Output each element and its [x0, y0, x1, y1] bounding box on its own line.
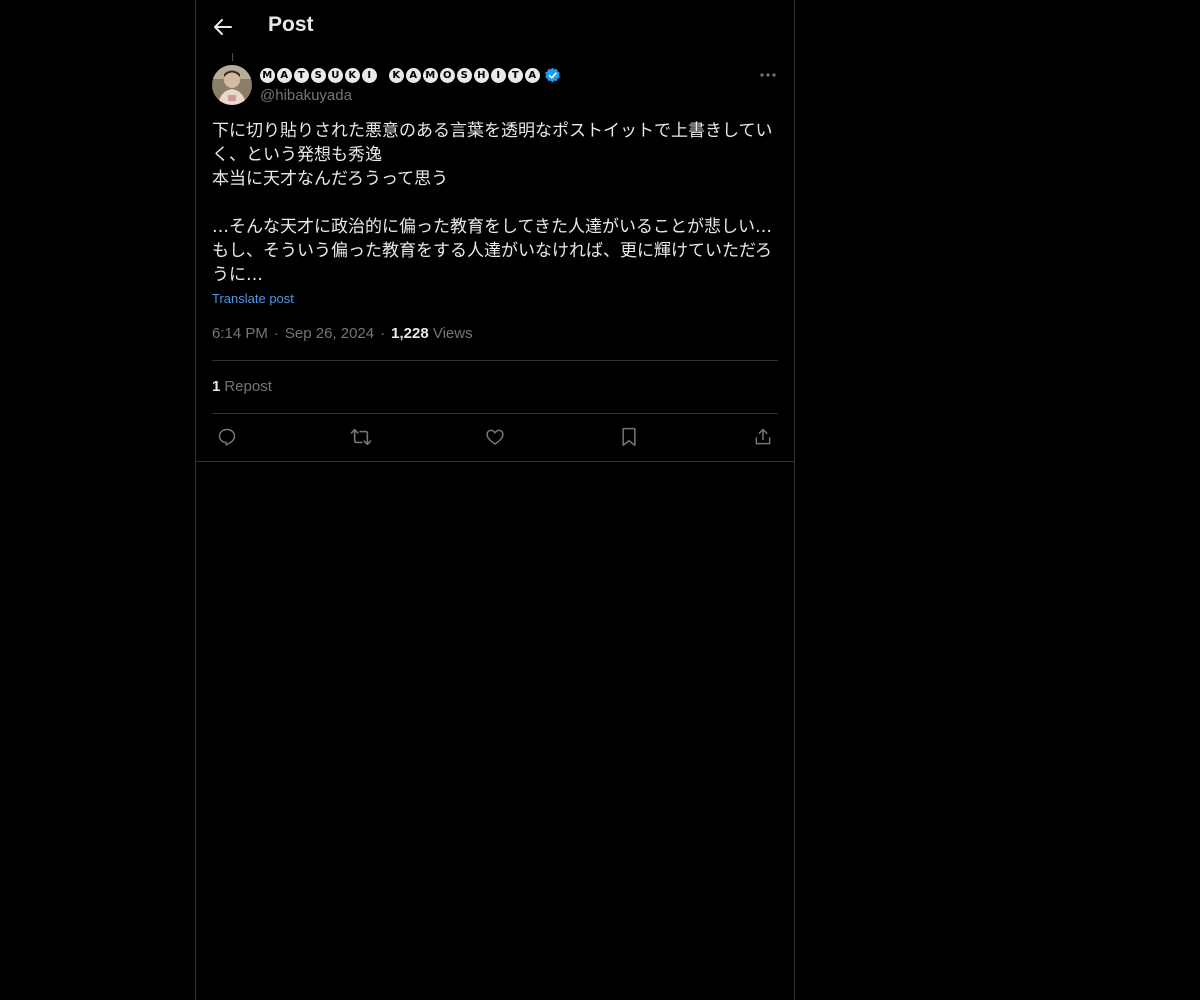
- name-letter: U: [328, 67, 343, 83]
- repost-count: 1: [212, 378, 221, 395]
- views-stat[interactable]: 1,228 Views: [391, 325, 472, 342]
- page-header: Post: [196, 0, 794, 53]
- share-icon: [755, 428, 771, 445]
- name-letter: I: [362, 67, 377, 83]
- name-letter: M: [423, 67, 438, 83]
- like-button[interactable]: [480, 424, 510, 450]
- avatar[interactable]: [212, 65, 252, 105]
- post-bottom-border: [196, 461, 794, 462]
- name-letter: I: [491, 67, 506, 83]
- bookmark-icon: [622, 427, 636, 447]
- name-letter: T: [294, 67, 309, 83]
- name-letter: S: [311, 67, 326, 83]
- repost-icon: [350, 428, 372, 446]
- meta-separator: ·: [273, 325, 279, 342]
- repost-label: Repost: [224, 378, 272, 395]
- name-letter: A: [525, 67, 540, 83]
- reply-button[interactable]: [212, 424, 242, 450]
- name-letter: M: [260, 67, 275, 83]
- arrow-left-icon: [214, 19, 232, 35]
- name-letter: K: [389, 67, 404, 83]
- translate-post-link[interactable]: Translate post: [212, 291, 294, 306]
- repost-button[interactable]: [346, 424, 376, 450]
- post-body-text: 下に切り貼りされた悪意のある言葉を透明なポストイットで上書きしていく、という発想…: [212, 121, 773, 285]
- post-action-bar: [212, 424, 778, 450]
- name-letter: A: [406, 67, 421, 83]
- name-letter: A: [277, 67, 292, 83]
- name-letter: H: [474, 67, 489, 83]
- like-icon: [486, 429, 504, 445]
- post-time[interactable]: 6:14 PM: [212, 325, 268, 342]
- name-letter: O: [440, 67, 455, 83]
- views-label: Views: [432, 325, 473, 342]
- author-handle[interactable]: @hibakuyada: [260, 87, 352, 104]
- thread-connector: [232, 53, 233, 61]
- meta-separator: ·: [380, 325, 386, 342]
- repost-stat[interactable]: 1 Repost: [212, 378, 272, 395]
- views-count: 1,228: [391, 325, 429, 342]
- share-button[interactable]: [748, 424, 778, 450]
- divider: [212, 413, 778, 414]
- post-date[interactable]: Sep 26, 2024: [285, 325, 374, 342]
- page-title: Post: [268, 13, 314, 36]
- name-letter: S: [457, 67, 472, 83]
- more-horizontal-icon: [760, 73, 776, 77]
- post-metadata: 6:14 PM · Sep 26, 2024 · 1,228 Views: [212, 325, 473, 342]
- reply-icon: [218, 428, 236, 446]
- name-letter: T: [508, 67, 523, 83]
- back-button[interactable]: [212, 14, 234, 40]
- author-display-name[interactable]: MATSUKIKAMOSHITA: [260, 67, 540, 83]
- name-letter: K: [345, 67, 360, 83]
- author-name-row[interactable]: MATSUKIKAMOSHITA: [260, 66, 561, 84]
- verified-badge-icon: [545, 67, 560, 82]
- post-detail-column: Post MATSUKIKAMOSHITA @hibakuyada 下に切り貼り…: [195, 0, 795, 1000]
- avatar-image: [212, 65, 252, 105]
- divider: [212, 360, 778, 361]
- bookmark-button[interactable]: [614, 424, 644, 450]
- more-options-button[interactable]: [758, 66, 778, 84]
